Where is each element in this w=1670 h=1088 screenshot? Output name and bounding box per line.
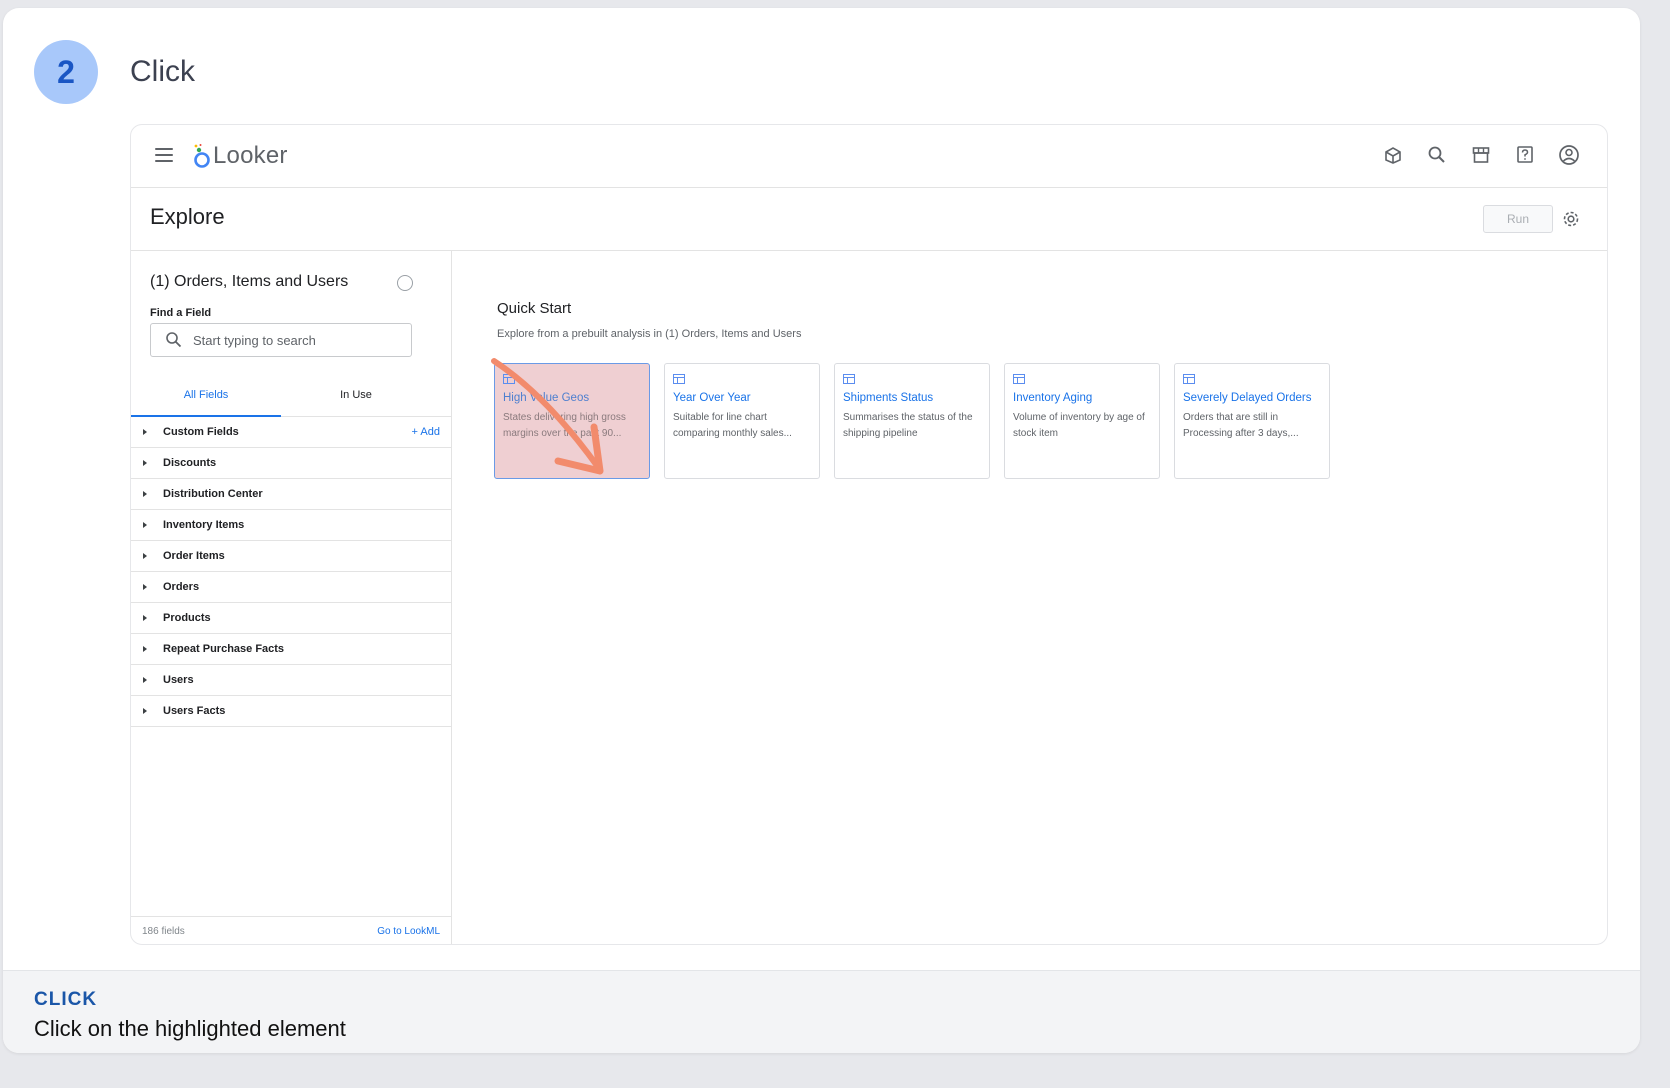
caret-right-icon [143, 491, 147, 497]
explore-main: Quick Start Explore from a prebuilt anal… [452, 251, 1607, 944]
step-title: Click [130, 55, 195, 88]
card-description: Volume of inventory by age of stock item [1013, 412, 1145, 439]
action-type-label: CLICK [34, 989, 98, 1010]
table-icon [503, 374, 515, 384]
looker-logo[interactable]: Looker [193, 141, 288, 171]
table-icon [843, 374, 855, 384]
card-title: Shipments Status [843, 392, 934, 404]
tab-in-use[interactable]: In Use [281, 379, 431, 416]
caret-right-icon [143, 677, 147, 683]
account-icon[interactable] [1557, 143, 1581, 167]
top-icons [1381, 143, 1581, 167]
quick-start-card-year-over-year[interactable]: Year Over Year Suitable for line chart c… [664, 363, 820, 479]
field-search-input[interactable] [193, 332, 393, 348]
step-number-badge: 2 [34, 40, 98, 104]
step-header: 2 Click [34, 40, 195, 104]
quick-start-card-shipments-status[interactable]: Shipments Status Summarises the status o… [834, 363, 990, 479]
card-description: Summarises the status of the shipping pi… [843, 412, 973, 439]
action-description: Click on the highlighted element [34, 1016, 346, 1041]
caret-right-icon [143, 429, 147, 435]
field-group-label: Repeat Purchase Facts [163, 643, 285, 655]
caret-right-icon [143, 522, 147, 528]
quick-start-card-inventory-aging[interactable]: Inventory Aging Volume of inventory by a… [1004, 363, 1160, 479]
field-group-label: Custom Fields [163, 426, 239, 438]
field-list: Custom Fields + Add Discounts Distributi… [131, 417, 451, 727]
field-group-label: Distribution Center [163, 488, 263, 500]
looker-logo-icon [193, 143, 211, 169]
run-button[interactable]: Run [1483, 205, 1553, 233]
caret-right-icon [143, 615, 147, 621]
caret-right-icon [143, 708, 147, 714]
search-icon [165, 331, 183, 349]
hamburger-menu-icon[interactable] [155, 148, 173, 162]
quick-start-cards: High Value Geos States delivering high g… [494, 363, 1330, 479]
field-group-row[interactable]: Repeat Purchase Facts [131, 634, 451, 665]
field-group-row[interactable]: Orders [131, 572, 451, 603]
table-icon [1013, 374, 1025, 384]
find-field-label: Find a Field [150, 307, 212, 319]
card-description: States delivering high gross margins ove… [503, 412, 626, 439]
quick-start-title: Quick Start [497, 300, 572, 317]
field-group-label: Users Facts [163, 705, 226, 717]
card-title: Year Over Year [673, 392, 751, 404]
field-group-row[interactable]: Users Facts [131, 696, 451, 727]
caret-right-icon [143, 646, 147, 652]
field-group-row[interactable]: Products [131, 603, 451, 634]
field-group-row[interactable]: Custom Fields + Add [131, 417, 451, 448]
field-tabs: All Fields In Use [131, 379, 451, 417]
field-group-label: Order Items [163, 550, 225, 562]
field-group-row[interactable]: Order Items [131, 541, 451, 572]
store-icon[interactable] [1469, 143, 1493, 167]
caret-right-icon [143, 584, 147, 590]
quick-start-card-severely-delayed-orders[interactable]: Severely Delayed Orders Orders that are … [1174, 363, 1330, 479]
add-custom-field-button[interactable]: + Add [412, 426, 440, 438]
quick-start-card-high-value-geos[interactable]: High Value Geos States delivering high g… [494, 363, 650, 479]
caret-right-icon [143, 460, 147, 466]
card-title: Severely Delayed Orders [1183, 392, 1312, 404]
card-title: Inventory Aging [1013, 392, 1093, 404]
card-description: Orders that are still in Processing afte… [1183, 412, 1299, 439]
field-group-label: Orders [163, 581, 200, 593]
card-description: Suitable for line chart comparing monthl… [673, 412, 792, 439]
gear-icon[interactable] [1561, 209, 1581, 229]
field-group-label: Discounts [163, 457, 217, 469]
card-title: High Value Geos [503, 392, 590, 404]
table-icon [673, 374, 685, 384]
step-footer: CLICK Click on the highlighted element [3, 970, 1640, 1053]
sidebar-footer: 186 fields Go to LookML [131, 916, 451, 944]
page-title: Explore [150, 204, 225, 229]
field-group-label: Products [163, 612, 211, 624]
add-label: Add [420, 426, 440, 438]
help-icon[interactable] [1513, 143, 1537, 167]
field-group-label: Inventory Items [163, 519, 245, 531]
field-group-row[interactable]: Discounts [131, 448, 451, 479]
field-search-box[interactable] [150, 323, 412, 357]
field-group-row[interactable]: Inventory Items [131, 510, 451, 541]
go-to-lookml-link[interactable]: Go to LookML [377, 926, 440, 937]
table-icon [1183, 374, 1195, 384]
screenshot-frame: Looker Explore Run (1) Orders, Items and… [130, 124, 1608, 945]
logo-text: Looker [213, 142, 288, 169]
step-card: 2 Click Looker Explore Run (1) Orders, I… [3, 8, 1640, 1053]
top-bar: Looker [131, 125, 1607, 188]
field-picker-sidebar: (1) Orders, Items and Users Find a Field… [131, 251, 452, 944]
marketplace-box-icon[interactable] [1381, 143, 1405, 167]
tab-all-fields[interactable]: All Fields [131, 379, 281, 417]
field-group-row[interactable]: Distribution Center [131, 479, 451, 510]
field-count: 186 fields [142, 926, 185, 937]
explore-model-title: (1) Orders, Items and Users [150, 273, 349, 290]
clock-icon[interactable] [397, 275, 413, 291]
explore-header: Explore Run [131, 188, 1607, 251]
quick-start-subtitle: Explore from a prebuilt analysis in (1) … [497, 328, 802, 340]
field-group-label: Users [163, 674, 194, 686]
caret-right-icon [143, 553, 147, 559]
search-icon[interactable] [1425, 143, 1449, 167]
field-group-row[interactable]: Users [131, 665, 451, 696]
